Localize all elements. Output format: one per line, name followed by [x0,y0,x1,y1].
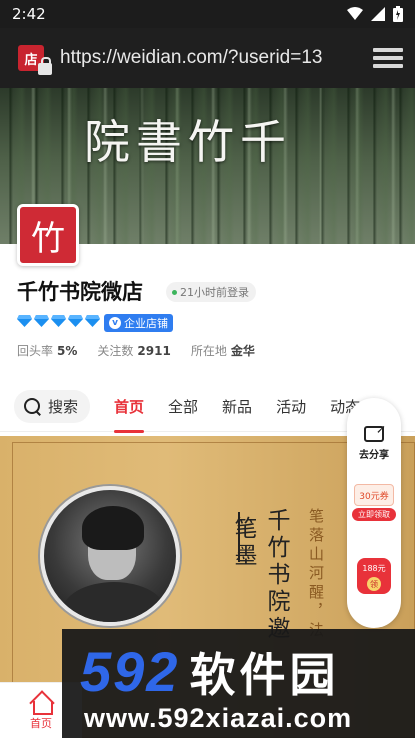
tab-new[interactable]: 新品 [222,396,252,417]
banner-title: 院書竹千 [84,115,292,169]
stat-return-rate: 回头率 5% [17,344,78,358]
enterprise-badge-label: 企业店铺 [124,317,168,330]
red-packet-amount: 188元 [362,564,386,573]
screen: 2:42 店 https://weidian.com/?userid=13 院書… [0,0,415,738]
poster-subline: 笔墨 [230,516,256,570]
lock-icon [38,57,52,75]
share-label: 去分享 [359,450,389,461]
poster-poem: 笔落山河醒，法 [307,508,325,641]
search-icon [24,397,42,416]
diamond-icon [17,315,32,327]
signal-icon [371,7,385,21]
watermark-url: www.592xiazai.com [84,703,353,733]
share-button[interactable]: 去分享 [347,422,401,461]
watermark-brand: 软件园 [189,649,340,701]
shop-rating-diamonds [17,315,100,327]
stat-followers: 关注数 2911 [97,344,171,358]
last-login-text: 21小时前登录 [180,286,249,299]
tab-home[interactable]: 首页 [114,396,145,433]
shop-stats: 回头率 5% 关注数 2911 所在地 金华 [17,342,255,359]
status-icons [347,6,403,22]
search-label: 搜索 [48,398,79,416]
coupon-card: 30元券 [354,484,394,506]
battery-icon [393,6,403,22]
last-login-badge: 21小时前登录 [166,282,256,302]
watermark-overlay: 592 软件园 www.592xiazai.com [62,629,415,738]
wifi-icon [347,7,363,20]
online-dot [172,289,177,295]
share-icon [364,422,386,442]
poster-headline: 千竹书院邀 [263,508,289,643]
red-packet-claim: 领 [367,577,381,591]
status-bar: 2:42 [0,0,415,28]
diamond-icon [51,315,66,327]
shop-logo[interactable]: 竹 [17,204,79,266]
tab-events[interactable]: 活动 [276,396,306,417]
diamond-icon [68,315,83,327]
url-field[interactable]: https://weidian.com/?userid=13 [60,47,365,69]
watermark-number: 592 [80,640,180,703]
red-packet-button[interactable]: 188元 领 [357,558,391,594]
shop-name: 千竹书院微店 [17,280,143,304]
stat-location: 所在地 金华 [190,344,255,358]
watermark-logo: 592 软件园 [80,639,339,705]
site-favicon-text: 店 [24,52,38,68]
portrait-photo [40,486,180,626]
tab-all[interactable]: 全部 [168,396,198,417]
verified-icon: v [109,317,121,329]
search-button[interactable]: 搜索 [14,390,91,423]
menu-icon[interactable] [373,43,403,73]
diamond-icon [34,315,49,327]
coupon-claim-label: 立即领取 [352,508,396,521]
coupon-button[interactable]: 30元券 立即领取 [352,484,396,521]
enterprise-badge: v 企业店铺 [104,314,173,332]
site-favicon: 店 [18,45,52,75]
home-icon [30,691,53,715]
browser-toolbar: 店 https://weidian.com/?userid=13 [0,28,415,88]
floating-action-panel: 去分享 30元券 立即领取 188元 领 [347,398,401,628]
status-time: 2:42 [12,5,46,23]
diamond-icon [85,315,100,327]
